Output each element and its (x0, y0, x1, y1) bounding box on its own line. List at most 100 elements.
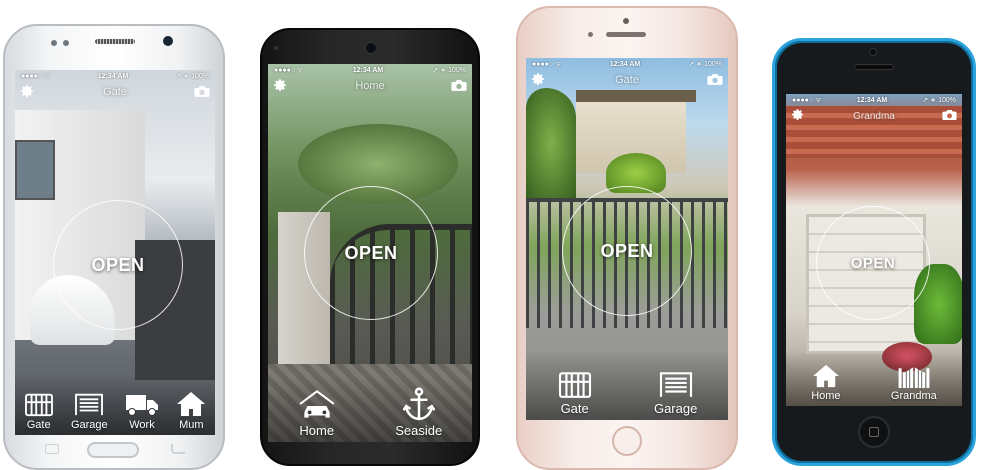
shortcut-home[interactable]: Home (811, 364, 841, 402)
open-button[interactable]: OPEN (304, 186, 438, 320)
earpiece-speaker (95, 39, 135, 44)
sensor-dot (588, 32, 593, 37)
camera-icon[interactable] (194, 85, 210, 98)
shortcut-garage[interactable]: Garage (654, 369, 697, 416)
shortcut-gate[interactable]: Gate (557, 369, 593, 416)
house-icon (812, 364, 840, 388)
page-title: Home (355, 80, 385, 92)
shortcut-label: Grandma (890, 390, 937, 402)
tree (526, 88, 576, 198)
camera-icon[interactable] (451, 79, 467, 92)
garage-icon (658, 369, 694, 399)
shortcut-grandma[interactable]: Grandma (891, 364, 937, 402)
app-screen: ●●●●○ ᯤ 12:34 AM ➚ ∗ 100% Gate OPEN Gate… (526, 58, 728, 420)
earpiece-speaker (854, 64, 894, 70)
page-title: Gate (615, 74, 639, 86)
shortcut-mum[interactable]: Mum (176, 391, 206, 431)
shortcut-home[interactable]: Home (298, 389, 336, 438)
shortcut-gate[interactable]: Gate (24, 391, 54, 431)
shortcut-work[interactable]: Work (125, 391, 159, 431)
shortcut-dock: Home Seaside (268, 376, 472, 442)
status-bar: ●●●●○ ᯤ 12:34 AM ➚ ∗ 100% (15, 70, 215, 82)
shortcut-label: Work (129, 419, 155, 431)
shortcut-label: Garage (653, 401, 698, 416)
garage-icon (74, 391, 104, 417)
app-screen: ●●●●○ ᯤ 12:34 AM ➚ ∗ 100% Home OPEN Home… (268, 64, 472, 442)
recent-apps-button[interactable] (45, 444, 59, 454)
status-time: 12:34 AM (352, 66, 384, 74)
shortcut-dock: Gate Garage (526, 350, 728, 420)
gate-icon (24, 391, 54, 417)
camera-icon[interactable] (707, 73, 723, 86)
status-bar: ●●●●○ ᯤ 12:34 AM ➚ ∗ 100% (526, 58, 728, 70)
open-label: OPEN (850, 254, 896, 272)
sensor-dot (51, 40, 57, 46)
status-time: 12:34 AM (856, 96, 888, 104)
back-button[interactable] (171, 444, 185, 454)
page-title: Gate (103, 86, 127, 98)
iphone-rose-gold: ●●●●○ ᯤ 12:34 AM ➚ ∗ 100% Gate OPEN Gate… (516, 6, 738, 470)
gear-icon[interactable] (531, 72, 545, 86)
sensor-dot (274, 46, 278, 50)
app-screen: ●●●●○ ᯤ 12:34 AM ➚ ∗ 100% Gate OPEN Gate… (15, 70, 215, 435)
house-icon (176, 391, 206, 417)
shortcut-label: Home (811, 390, 841, 402)
shortcut-seaside[interactable]: Seaside (395, 387, 442, 438)
battery-status: ➚ ∗ 100% (432, 67, 466, 74)
open-button[interactable]: OPEN (562, 186, 692, 316)
battery-status: ➚ ∗ 100% (922, 97, 956, 104)
gear-icon[interactable] (791, 108, 804, 121)
iphone-blue: ●●●●○ ᯤ 12:34 AM ➚ ∗ 100% Grandma OPEN H… (772, 38, 976, 466)
front-camera (623, 18, 629, 24)
app-header: Gate (526, 70, 728, 90)
shortcut-label: Mum (179, 419, 204, 431)
battery-status: ➚ ∗ 100% (688, 61, 722, 68)
open-label: OPEN (344, 242, 398, 263)
carrier-signal: ●●●●○ ᯤ (532, 60, 562, 68)
shortcut-label: Garage (70, 419, 108, 431)
home-button[interactable] (87, 442, 139, 458)
battery-status: ➚ ∗ 100% (175, 73, 209, 80)
front-camera (163, 36, 173, 46)
shortcut-label: Home (299, 423, 335, 438)
app-header: Grandma (786, 106, 962, 126)
shortcut-garage[interactable]: Garage (71, 391, 108, 431)
home-button[interactable] (858, 416, 890, 448)
open-button[interactable]: OPEN (53, 200, 183, 330)
front-camera (365, 42, 377, 54)
car-house-icon (298, 389, 336, 421)
gear-icon[interactable] (273, 78, 287, 92)
shortcut-dock: Home Grandma (786, 350, 962, 406)
page-title: Grandma (853, 110, 895, 122)
app-header: Home (268, 76, 472, 96)
home-square (869, 427, 879, 437)
carrier-signal: ●●●●○ ᯤ (21, 72, 51, 80)
nexus-phone-black: ●●●●○ ᯤ 12:34 AM ➚ ∗ 100% Home OPEN Home… (260, 28, 480, 466)
gear-icon[interactable] (20, 84, 34, 98)
camera-icon[interactable] (942, 109, 957, 121)
app-header: Gate (15, 82, 215, 102)
open-label: OPEN (600, 240, 654, 261)
status-bar: ●●●●○ ᯤ 12:34 AM ➚ ∗ 100% (268, 64, 472, 76)
shortcut-label: Gate (560, 401, 589, 416)
front-camera (869, 48, 877, 56)
villa-roof (576, 90, 696, 102)
double-gate-icon (898, 364, 930, 388)
truck-icon (125, 391, 159, 417)
shortcut-label: Seaside (395, 423, 443, 438)
house-window (15, 140, 55, 200)
earpiece-speaker (606, 32, 646, 37)
shortcut-label: Gate (26, 419, 51, 431)
shortcut-dock: Gate Garage Work Mum (15, 375, 215, 435)
home-button[interactable] (612, 426, 642, 456)
android-phone-white: ●●●●○ ᯤ 12:34 AM ➚ ∗ 100% Gate OPEN Gate… (3, 24, 225, 470)
open-label: OPEN (91, 254, 145, 275)
carrier-signal: ●●●●○ ᯤ (274, 66, 304, 74)
status-time: 12:34 AM (97, 72, 129, 80)
anchor-icon (403, 387, 435, 421)
status-bar: ●●●●○ ᯤ 12:34 AM ➚ ∗ 100% (786, 94, 962, 106)
open-button[interactable]: OPEN (816, 206, 930, 320)
app-screen: ●●●●○ ᯤ 12:34 AM ➚ ∗ 100% Grandma OPEN H… (786, 94, 962, 406)
sensor-dot (63, 40, 69, 46)
carrier-signal: ●●●●○ ᯤ (792, 96, 822, 104)
